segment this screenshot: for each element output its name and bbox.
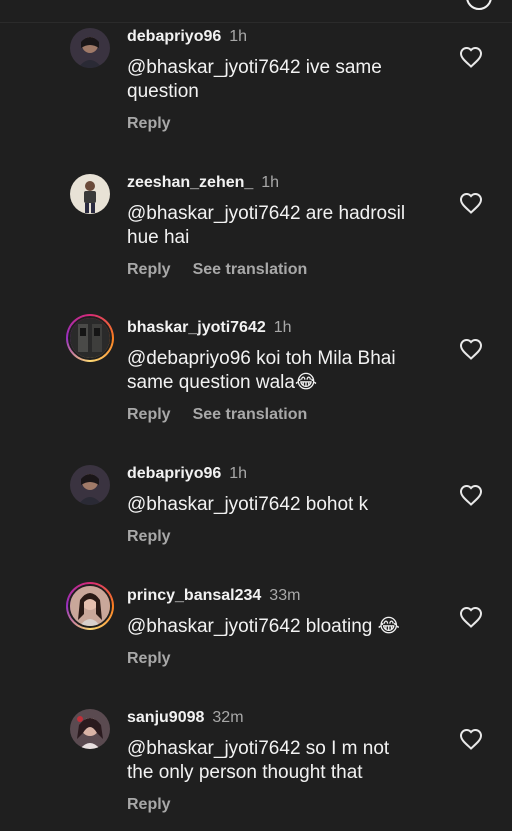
comment-text-line: hue hai	[127, 227, 190, 248]
heart-outline-icon[interactable]	[459, 46, 483, 68]
avatar-story-ring[interactable]	[66, 314, 114, 362]
avatar[interactable]	[70, 465, 110, 505]
comment-meta: debapriyo96 1h	[127, 28, 247, 46]
username[interactable]: bhaskar_jyoti7642	[127, 319, 266, 336]
comment-text-line: @bhaskar_jyoti7642 bloating 😂	[127, 616, 400, 637]
avatar-image	[70, 174, 110, 214]
timestamp: 32m	[212, 709, 244, 726]
username[interactable]: sanju9098	[127, 709, 204, 726]
comment-text-line: same question wala😂	[127, 372, 318, 393]
top-bar	[0, 0, 512, 23]
comment-text-line: @bhaskar_jyoti7642 ive same	[127, 57, 382, 78]
heart-outline-icon[interactable]	[459, 484, 483, 506]
comment-text-line: @debapriyo96 koi toh Mila Bhai	[127, 348, 396, 369]
avatar-image	[70, 465, 110, 505]
reply-button[interactable]: Reply	[127, 796, 171, 814]
see-translation-button[interactable]: See translation	[193, 261, 308, 279]
comment-text: @bhaskar_jyoti7642 bloating 😂	[127, 615, 427, 639]
reply-button[interactable]: Reply	[127, 115, 171, 133]
username[interactable]: debapriyo96	[127, 465, 221, 482]
timestamp: 33m	[269, 587, 301, 604]
heart-outline-icon[interactable]	[459, 606, 483, 628]
reply-button[interactable]: Reply	[127, 528, 171, 546]
comment-actions: Reply	[127, 528, 171, 546]
comment-actions: Reply See translation	[127, 261, 307, 279]
reply-button[interactable]: Reply	[127, 650, 171, 668]
comment-text: @bhaskar_jyoti7642 are hadrosil hue hai	[127, 202, 427, 250]
heart-outline-icon[interactable]	[459, 192, 483, 214]
see-translation-button[interactable]: See translation	[193, 406, 308, 424]
username[interactable]: princy_bansal234	[127, 587, 261, 604]
comment-actions: Reply	[127, 796, 171, 814]
circle-icon[interactable]	[466, 0, 492, 10]
avatar-image	[70, 586, 110, 626]
avatar-image	[70, 28, 110, 68]
comment-text: @bhaskar_jyoti7642 so I m not the only p…	[127, 737, 427, 785]
comment-meta: debapriyo96 1h	[127, 465, 247, 483]
comment-text: @debapriyo96 koi toh Mila Bhai same ques…	[127, 347, 427, 395]
comment-text: @bhaskar_jyoti7642 bohot k	[127, 493, 427, 517]
reply-button[interactable]: Reply	[127, 261, 171, 279]
username[interactable]: debapriyo96	[127, 28, 221, 45]
comment-text-line: question	[127, 81, 199, 102]
username[interactable]: zeeshan_zehen_	[127, 174, 253, 191]
comment-text-line: @bhaskar_jyoti7642 are hadrosil	[127, 203, 406, 224]
comment-actions: Reply See translation	[127, 406, 307, 424]
comment-text-line: the only person thought that	[127, 762, 363, 783]
comment-actions: Reply	[127, 115, 171, 133]
avatar[interactable]	[70, 174, 110, 214]
comment-meta: bhaskar_jyoti7642 1h	[127, 319, 292, 337]
avatar-image	[70, 318, 110, 358]
avatar[interactable]	[70, 28, 110, 68]
timestamp: 1h	[229, 465, 248, 482]
avatar-image	[70, 709, 110, 749]
comment-text: @bhaskar_jyoti7642 ive same question	[127, 56, 427, 104]
timestamp: 1h	[261, 174, 280, 191]
timestamp: 1h	[273, 319, 292, 336]
comment-text-line: @bhaskar_jyoti7642 so I m not	[127, 738, 390, 759]
comment-meta: zeeshan_zehen_ 1h	[127, 174, 279, 192]
avatar[interactable]	[70, 709, 110, 749]
comment-meta: princy_bansal234 33m	[127, 587, 300, 605]
comment-text-line: @bhaskar_jyoti7642 bohot k	[127, 494, 369, 515]
comment-meta: sanju9098 32m	[127, 709, 244, 727]
heart-outline-icon[interactable]	[459, 728, 483, 750]
timestamp: 1h	[229, 28, 248, 45]
reply-button[interactable]: Reply	[127, 406, 171, 424]
comment-actions: Reply	[127, 650, 171, 668]
avatar-story-ring[interactable]	[66, 582, 114, 630]
heart-outline-icon[interactable]	[459, 338, 483, 360]
